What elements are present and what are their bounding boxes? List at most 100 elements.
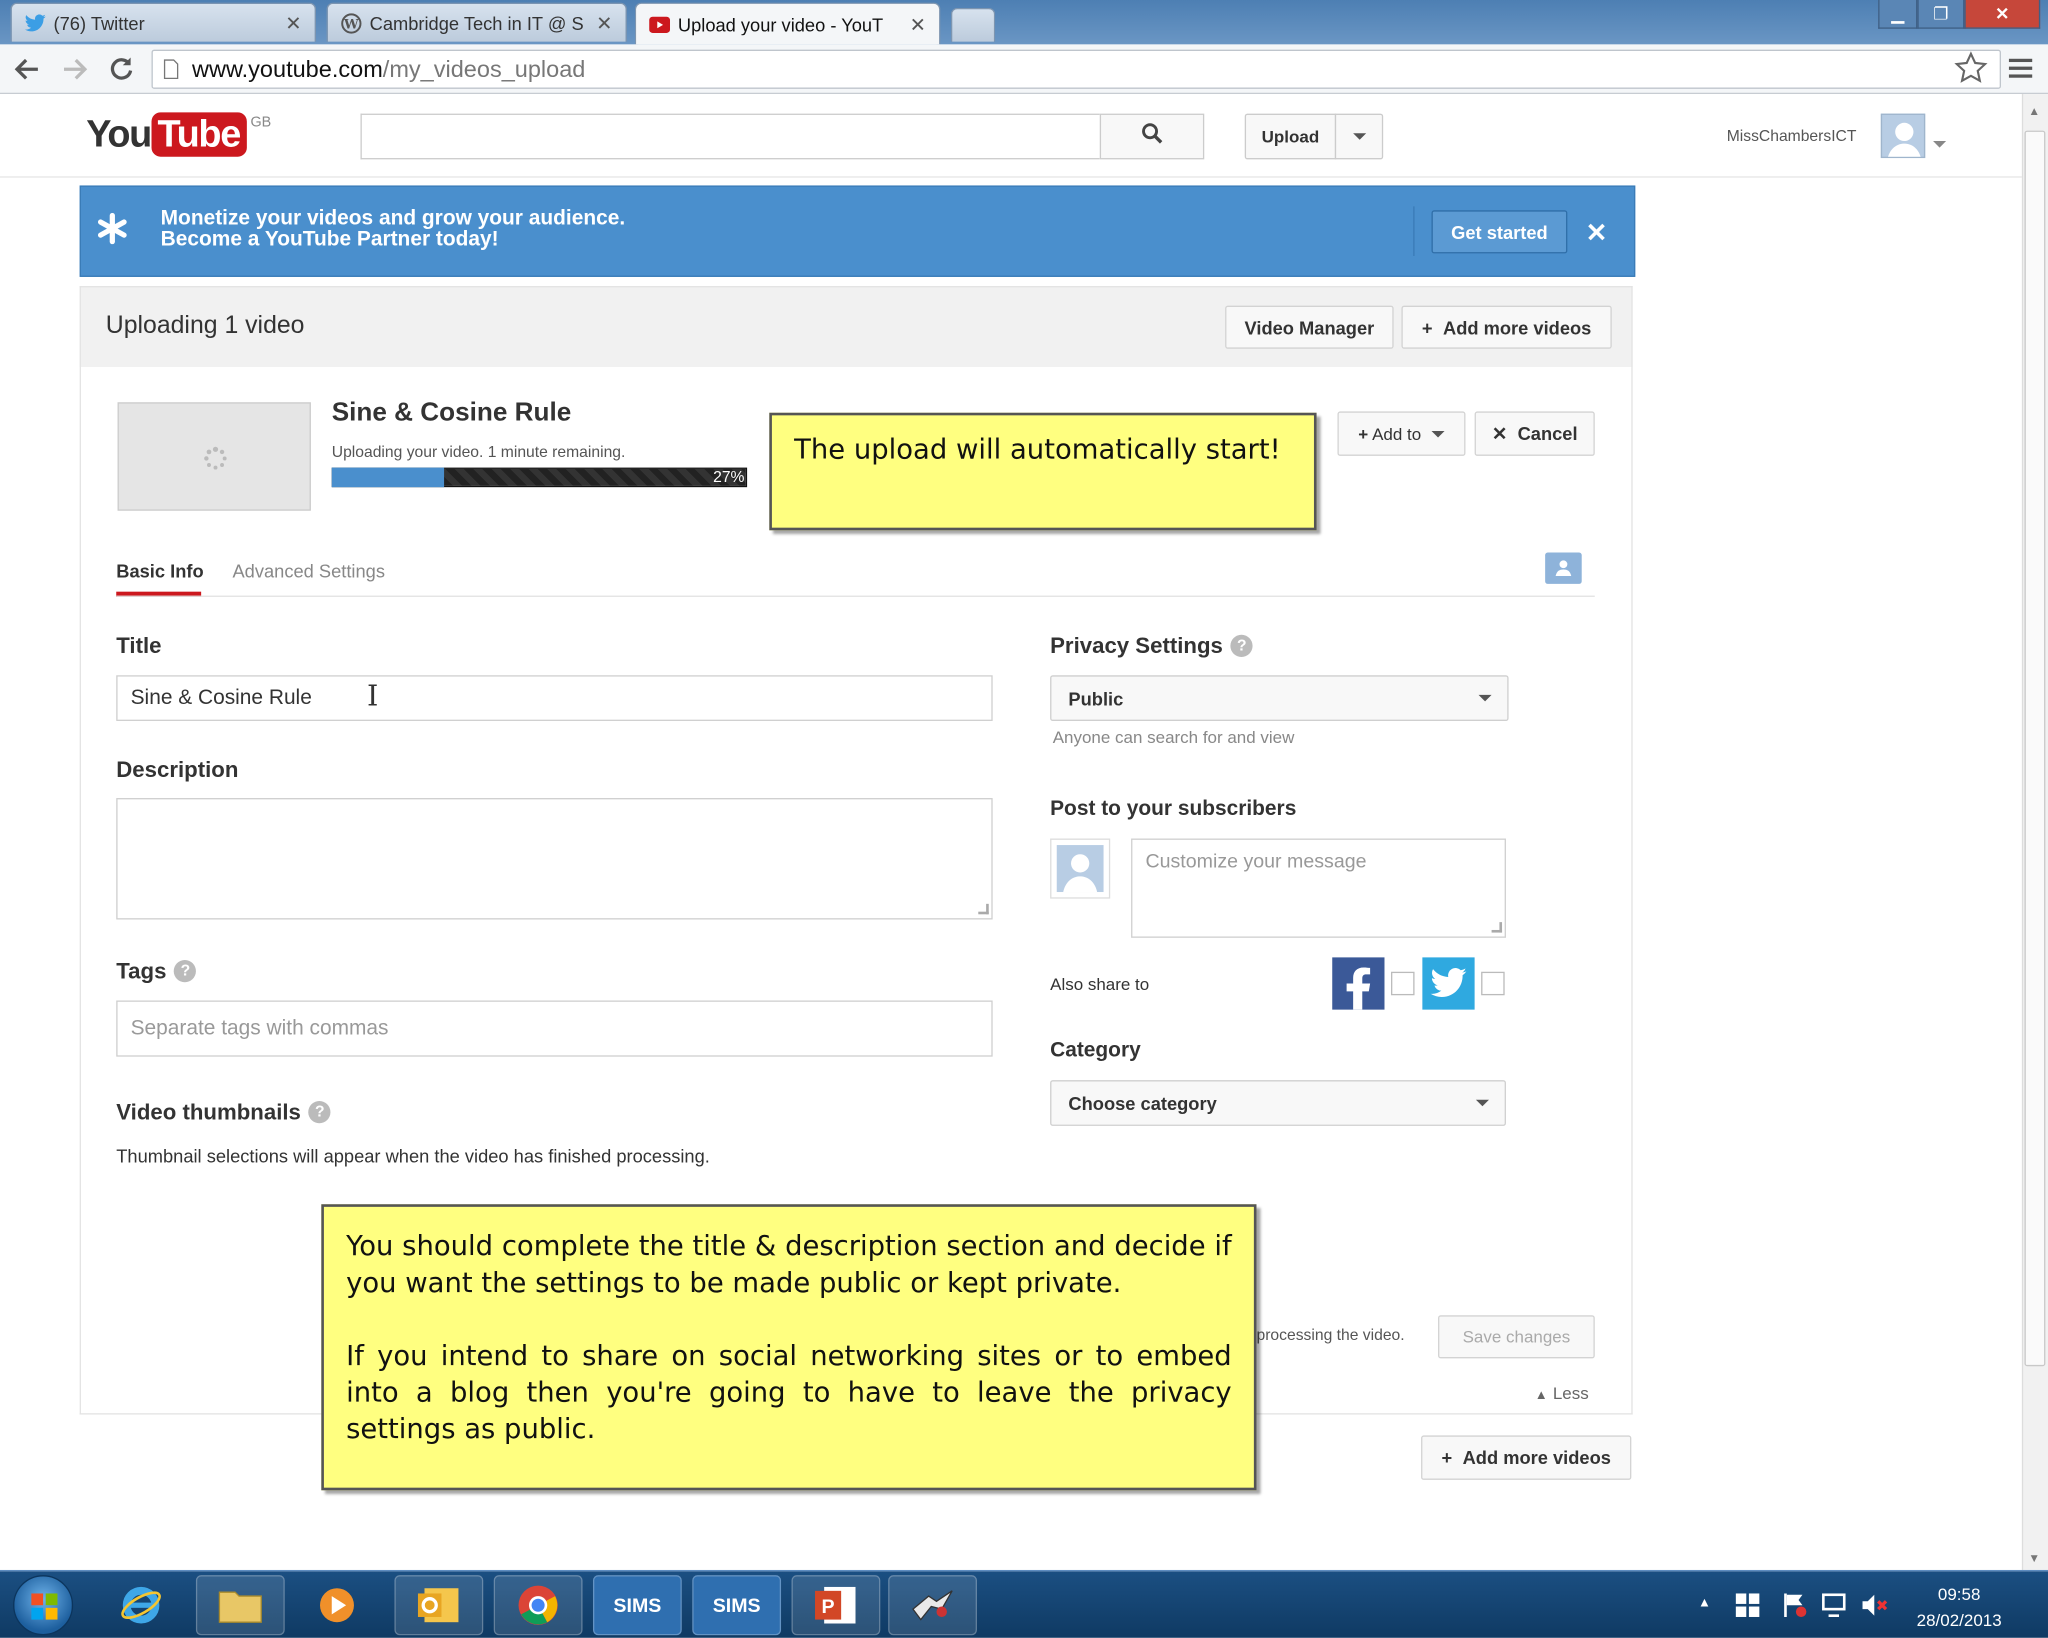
annotation-note-top: The upload will automatically start! [769,412,1317,531]
minimize-icon[interactable]: ▁ [1878,0,1918,29]
page-title: Uploading 1 video [105,312,305,340]
text-cursor-icon: I [367,680,379,714]
address-bar[interactable]: www.youtube.com/my_videos_upload [151,49,2001,89]
new-tab-button[interactable] [950,7,996,42]
search-input[interactable] [360,113,1100,160]
resize-handle-icon[interactable] [978,903,989,915]
back-icon[interactable] [10,52,44,86]
start-button[interactable] [13,1575,74,1636]
scroll-down-icon[interactable]: ▼ [2028,1552,2040,1565]
tags-input[interactable]: Separate tags with commas [116,1000,993,1057]
title-input[interactable]: Sine & Cosine Rule [116,675,993,721]
tags-label-text: Tags [116,958,167,984]
logo-tube: Tube [151,112,247,157]
show-hidden-icons-icon[interactable]: ▲ [1698,1596,1711,1610]
upload-dropdown-button[interactable] [1334,113,1384,160]
plus-icon: + [1441,1447,1453,1469]
banner-close-icon[interactable]: ✕ [1586,217,1608,250]
scrollbar-thumb[interactable] [2024,130,2046,1367]
close-window-icon[interactable]: ✕ [1964,0,2041,29]
youtube-logo[interactable]: You Tube GB [86,112,271,157]
close-tab-icon[interactable]: ✕ [285,11,301,34]
video-title-heading: Sine & Cosine Rule [331,398,572,428]
clock-date: 28/02/2013 [1916,1610,2002,1631]
resize-handle-icon[interactable] [1491,922,1503,933]
description-textarea[interactable] [116,798,993,920]
network-icon[interactable] [1821,1592,1850,1625]
tab-label: (76) Twitter [53,12,145,34]
upload-icon[interactable] [1545,552,1582,584]
privacy-settings-label-text: Privacy Settings [1050,633,1223,659]
close-tab-icon[interactable]: ✕ [910,12,926,36]
processing-text: processing the video. [1256,1325,1405,1344]
get-started-button[interactable]: Get started [1431,210,1568,254]
system-clock[interactable]: 09:58 28/02/2013 [1891,1582,2027,1634]
svg-text:W: W [343,17,359,32]
twitter-share-icon[interactable] [1422,957,1475,1010]
cancel-button[interactable]: ✕ Cancel [1474,411,1595,456]
message-placeholder: Customize your message [1145,850,1367,873]
annotation-paragraph-1: You should complete the title & descript… [346,1230,1232,1299]
banner-line-1: Monetize your videos and grow your audie… [160,207,626,230]
upload-button[interactable]: Upload [1244,113,1337,160]
add-to-button[interactable]: + Add to [1337,411,1466,456]
forward-icon[interactable] [57,52,91,86]
scroll-up-icon[interactable]: ▲ [2028,104,2040,117]
facebook-share-checkbox[interactable] [1391,971,1415,996]
page-icon [163,59,179,86]
less-link[interactable]: ▲ Less [1535,1383,1589,1403]
add-more-videos-bottom-button[interactable]: + Add more videos [1421,1435,1632,1480]
sims-app-1[interactable]: SIMS [592,1575,682,1636]
chrome-icon[interactable] [493,1575,583,1636]
title-input-value: Sine & Cosine Rule [130,686,312,709]
save-changes-button[interactable]: Save changes [1438,1315,1595,1359]
chevron-down-icon [1475,1099,1489,1107]
account-chevron-down-icon[interactable] [1933,131,1947,155]
tab-youtube-upload[interactable]: Upload your video - YouT ✕ [634,2,941,45]
media-player-icon[interactable] [293,1575,382,1635]
help-icon[interactable]: ? [308,1100,331,1123]
wordpress-icon: W [341,12,362,33]
file-explorer-icon[interactable] [195,1575,285,1636]
powerpoint-icon[interactable]: P [791,1575,881,1636]
help-icon[interactable]: ? [1230,634,1253,657]
privacy-settings-label: Privacy Settings? [1050,633,1253,659]
privacy-select[interactable]: Public [1050,675,1509,721]
search-button[interactable] [1099,113,1205,160]
flag-icon[interactable] [1782,1592,1808,1625]
maximize-icon[interactable]: ❐ [1917,0,1965,29]
tab-advanced-settings[interactable]: Advanced Settings [232,560,384,581]
subscriber-message-textarea[interactable]: Customize your message [1131,838,1506,938]
help-icon[interactable]: ? [174,959,197,982]
triangle-up-icon: ▲ [1534,1388,1548,1403]
avatar[interactable] [1880,113,1926,159]
username[interactable]: MissChambersICT [1727,127,1857,145]
facebook-icon[interactable] [1332,957,1385,1010]
internet-explorer-icon[interactable] [97,1575,186,1635]
close-tab-icon[interactable]: ✕ [596,11,612,34]
bookmark-star-icon[interactable] [1954,51,1988,91]
outlook-icon[interactable] [394,1575,484,1636]
clock-time: 09:58 [1937,1584,1981,1604]
sims-app-2[interactable]: SIMS [692,1575,782,1636]
video-manager-button[interactable]: Video Manager [1225,305,1394,349]
video-thumbnails-label: Video thumbnails? [116,1100,331,1126]
add-more-videos-button[interactable]: + Add more videos [1401,305,1612,349]
chevron-down-icon [1352,133,1366,140]
title-label: Title [116,633,162,659]
reload-icon[interactable] [104,52,138,86]
video-thumbnails-label-text: Video thumbnails [116,1099,301,1125]
volume-muted-icon[interactable] [1860,1592,1889,1625]
tab-twitter[interactable]: (76) Twitter ✕ [10,2,317,42]
annotation-note-bottom: You should complete the title & descript… [321,1204,1257,1491]
tab-cambridge[interactable]: W Cambridge Tech in IT @ S ✕ [326,2,627,42]
screen-recorder-icon[interactable] [888,1575,977,1636]
category-select[interactable]: Choose category [1050,1080,1506,1126]
twitter-share-checkbox[interactable] [1481,971,1505,996]
chevron-down-icon [1478,694,1492,702]
loading-spinner-icon [202,445,228,478]
menu-icon[interactable] [2008,57,2033,84]
action-center-icon[interactable] [1735,1592,1761,1625]
tab-basic-info[interactable]: Basic Info [116,560,203,581]
privacy-select-value: Public [1068,687,1124,709]
